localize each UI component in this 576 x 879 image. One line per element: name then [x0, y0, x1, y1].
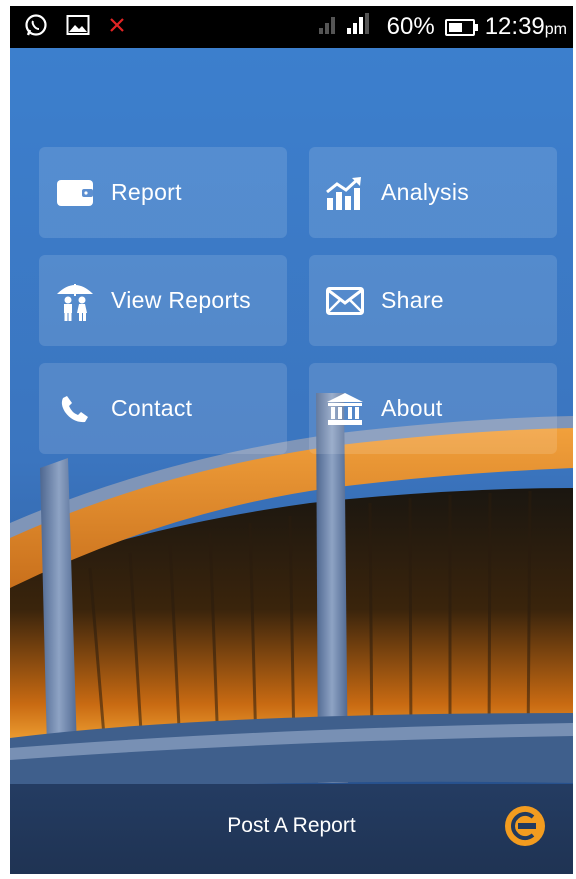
whatsapp-icon [24, 13, 48, 42]
report-tile[interactable]: Report [39, 147, 287, 238]
status-left-icons [24, 13, 126, 42]
status-bar: 60% 12:39pm [10, 6, 573, 48]
envelope-icon [325, 281, 365, 321]
bank-icon [325, 389, 365, 429]
clock-time: 12:39 [484, 13, 545, 40]
contact-label: Contact [111, 395, 193, 421]
clock: 12:39pm [485, 13, 567, 41]
report-label: Report [111, 179, 182, 205]
analysis-label: Analysis [381, 179, 470, 205]
share-label: Share [381, 287, 444, 313]
view-reports-label: View Reports [111, 287, 251, 313]
bottom-bar: Post A Report [10, 784, 573, 874]
clock-suffix: pm [544, 21, 567, 38]
signal-icon [318, 12, 377, 43]
battery-percent: 60% [386, 13, 435, 40]
status-right: 60% 12:39pm [318, 12, 567, 43]
family-umbrella-icon [55, 281, 95, 321]
phone-icon [55, 389, 95, 429]
post-report-button[interactable]: Post A Report [10, 814, 573, 838]
contact-tile[interactable]: Contact [39, 363, 287, 454]
analysis-tile[interactable]: Analysis [309, 147, 557, 238]
view-reports-tile[interactable]: View Reports [39, 255, 287, 346]
image-icon [66, 14, 90, 41]
about-tile[interactable]: About [309, 363, 557, 454]
battery-icon [444, 18, 478, 36]
battery-level [448, 22, 462, 32]
chart-icon [325, 173, 365, 213]
app-screen: 60% 12:39pm Report Analysis View Reports… [10, 6, 573, 874]
error-x-icon [108, 16, 126, 39]
app-logo-icon[interactable] [503, 804, 547, 848]
wallet-icon [55, 173, 95, 213]
about-label: About [381, 395, 443, 421]
share-tile[interactable]: Share [309, 255, 557, 346]
